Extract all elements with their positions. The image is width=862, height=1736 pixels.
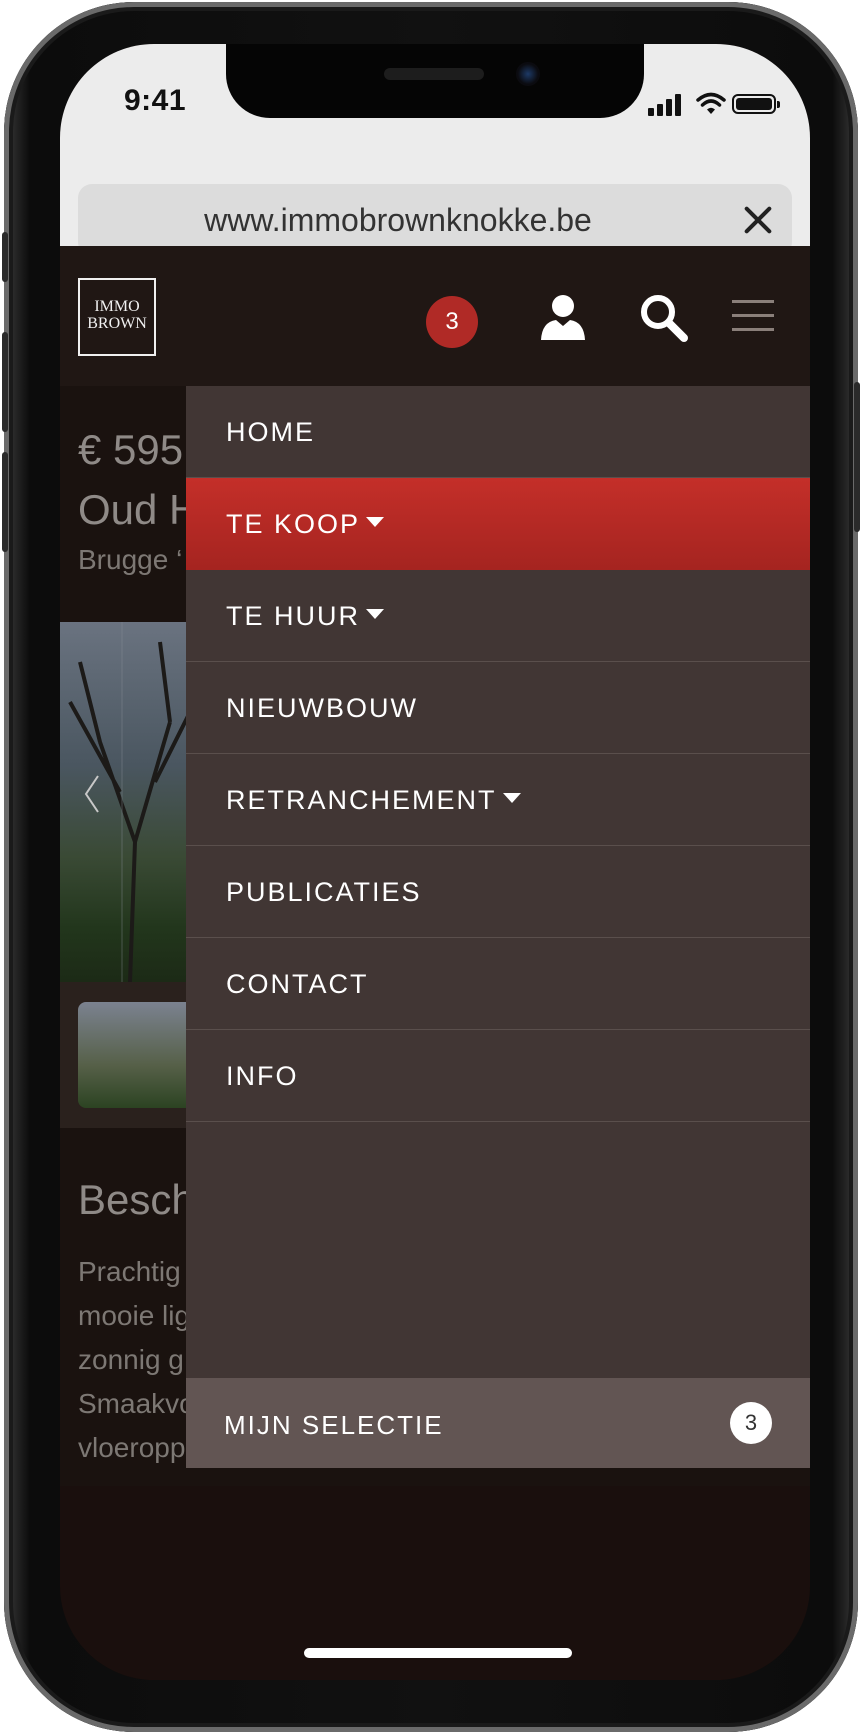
logo-line-2: BROWN [87, 315, 147, 332]
description-line: mooie lig [78, 1300, 191, 1331]
menu-item-label: INFO [226, 1061, 299, 1091]
wifi-icon [696, 92, 726, 114]
menu-item-publicaties[interactable]: PUBLICATIES [186, 846, 810, 938]
listing-location: Brugge ‘ [78, 544, 183, 575]
close-icon[interactable] [738, 200, 778, 240]
description-title: Besch [78, 1176, 195, 1223]
caret-down-icon [366, 608, 384, 619]
my-selection-label: MIJN SELECTIE [224, 1410, 444, 1440]
menu-item-nieuwbouw[interactable]: NIEUWBOUW [186, 662, 810, 754]
url-text[interactable]: www.immobrownknokke.be [78, 202, 718, 239]
listing-price: € 595 [78, 426, 184, 473]
menu-item-contact[interactable]: CONTACT [186, 938, 810, 1030]
menu-item-label: TE HUUR [226, 601, 360, 631]
caret-down-icon [366, 516, 385, 527]
chevron-left-icon[interactable] [82, 774, 102, 814]
user-icon[interactable] [538, 292, 588, 342]
status-bar: 9:41 [60, 44, 810, 154]
logo-line-1: IMMO [94, 298, 140, 315]
mute-switch [2, 232, 8, 282]
logo[interactable]: IMMO BROWN [78, 278, 156, 356]
menu-item-te-koop[interactable]: TE KOOP [186, 478, 810, 570]
selection-count-badge[interactable]: 3 [426, 296, 478, 348]
hamburger-menu-icon[interactable] [732, 300, 774, 332]
menu-item-label: CONTACT [226, 969, 369, 999]
volume-up-button [2, 332, 8, 432]
description-line: vloeropp [78, 1432, 186, 1463]
site-header: IMMO BROWN 3 [60, 246, 810, 386]
speaker-grille [384, 68, 484, 80]
screen: 9:41 www.immobrownknokke.be € 595 Oud H … [60, 44, 810, 1680]
status-time: 9:41 [124, 84, 187, 117]
thumbnail[interactable] [78, 1002, 198, 1108]
photo-tree-branches [68, 622, 200, 982]
notch [226, 44, 644, 118]
menu-item-label: HOME [226, 417, 315, 447]
navigation-menu: HOME TE KOOP TE HUUR NIEUWBOUW RETRANCHE… [186, 386, 810, 1468]
search-icon[interactable] [638, 292, 690, 344]
my-selection-button[interactable]: MIJN SELECTIE 3 [186, 1378, 810, 1468]
my-selection-count: 3 [730, 1402, 772, 1444]
caret-down-icon [502, 792, 521, 803]
signal-icon [648, 94, 681, 116]
power-button [854, 382, 860, 532]
description-line: zonnig g [78, 1344, 184, 1375]
menu-item-retranchement[interactable]: RETRANCHEMENT [186, 754, 810, 846]
menu-item-label: PUBLICATIES [226, 877, 422, 907]
menu-item-info[interactable]: INFO [186, 1030, 810, 1122]
description-line: Prachtig [78, 1256, 181, 1287]
listing-title: Oud H [78, 486, 200, 533]
menu-item-label: NIEUWBOUW [226, 693, 418, 723]
listing-photo[interactable] [60, 622, 200, 982]
battery-icon [732, 94, 780, 114]
menu-item-label: TE KOOP [226, 509, 361, 539]
description-line: Smaakvo [78, 1388, 195, 1419]
menu-item-label: RETRANCHEMENT [226, 785, 497, 815]
front-camera [516, 62, 540, 86]
home-indicator[interactable] [304, 1648, 572, 1658]
phone-frame: 9:41 www.immobrownknokke.be € 595 Oud H … [2, 2, 860, 1732]
menu-item-home[interactable]: HOME [186, 386, 810, 478]
menu-item-te-huur[interactable]: TE HUUR [186, 570, 810, 662]
volume-down-button [2, 452, 8, 552]
